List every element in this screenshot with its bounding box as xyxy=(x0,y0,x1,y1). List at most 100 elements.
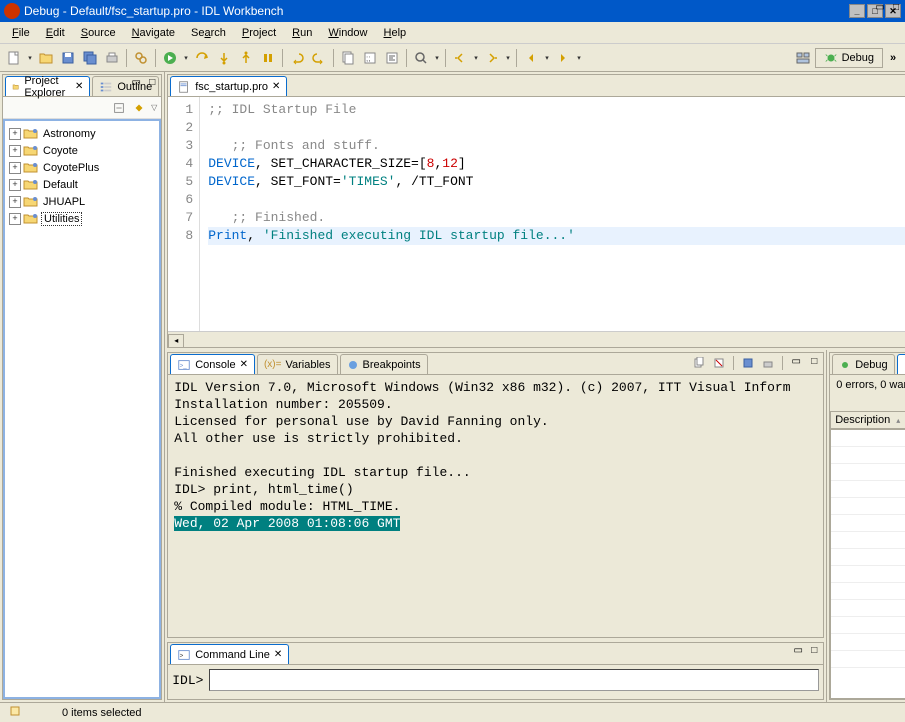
console-tabs: >_ Console ✕ (x)= Variables Breakpoints xyxy=(168,353,823,375)
search-dropdown[interactable]: ▾ xyxy=(433,54,441,62)
undo-button[interactable] xyxy=(287,48,307,68)
tab-debug[interactable]: Debug xyxy=(832,354,894,374)
tree-item[interactable]: +Default xyxy=(7,176,157,193)
print-button[interactable] xyxy=(102,48,122,68)
tab-variables[interactable]: (x)= Variables xyxy=(257,354,338,374)
editor-hscroll[interactable]: ◂ xyxy=(168,331,905,347)
menu-file[interactable]: File xyxy=(4,25,38,41)
build-button[interactable] xyxy=(131,48,151,68)
project-tree[interactable]: +Astronomy +Coyote +CoyotePlus +Default … xyxy=(3,119,161,699)
new-dropdown[interactable]: ▾ xyxy=(26,54,34,62)
console-output[interactable]: IDL Version 7.0, Microsoft Windows (Win3… xyxy=(168,375,823,637)
toolbar-overflow[interactable]: » xyxy=(885,52,901,64)
step-out-button[interactable] xyxy=(236,48,256,68)
menu-window[interactable]: Window xyxy=(320,25,375,41)
maximize-console-button[interactable]: □ xyxy=(807,356,821,370)
console-icon: >_ xyxy=(177,358,191,372)
nav-back-button[interactable] xyxy=(521,48,541,68)
menu-navigate[interactable]: Navigate xyxy=(124,25,183,41)
step-over-button[interactable] xyxy=(192,48,212,68)
save-all-button[interactable] xyxy=(80,48,100,68)
minimize-button[interactable]: _ xyxy=(849,4,865,18)
console-copy-button[interactable] xyxy=(691,355,707,371)
outline-icon xyxy=(99,80,113,94)
collapse-all-button[interactable] xyxy=(111,100,127,116)
menubar: File Edit Source Navigate Search Project… xyxy=(0,22,905,44)
link-editor-button[interactable] xyxy=(131,100,147,116)
run-button[interactable] xyxy=(160,48,180,68)
tree-item[interactable]: +CoyotePlus xyxy=(7,159,157,176)
close-icon[interactable]: ✕ xyxy=(75,81,83,92)
variables-icon: (x)= xyxy=(264,359,282,370)
expand-icon[interactable]: + xyxy=(9,179,21,191)
annotation-next-button[interactable] xyxy=(482,48,502,68)
new-button[interactable] xyxy=(4,48,24,68)
tab-problems[interactable]: ! Problems ✕ xyxy=(897,354,905,374)
status-selection: 0 items selected xyxy=(62,707,141,719)
nav-forward-button[interactable] xyxy=(553,48,573,68)
left-tabs: Project Explorer ✕ Outline ▭ □ xyxy=(3,75,161,97)
console-save-button[interactable] xyxy=(740,355,756,371)
pause-button[interactable] xyxy=(258,48,278,68)
tab-project-explorer[interactable]: Project Explorer ✕ xyxy=(5,76,90,96)
open-button[interactable] xyxy=(36,48,56,68)
menu-edit[interactable]: Edit xyxy=(38,25,73,41)
tab-breakpoints[interactable]: Breakpoints xyxy=(340,354,428,374)
tree-item[interactable]: +Astronomy xyxy=(7,125,157,142)
file-nav-button[interactable] xyxy=(338,48,358,68)
editor-tabs: fsc_startup.pro ✕ ▭ □ xyxy=(168,75,905,97)
format-button[interactable] xyxy=(382,48,402,68)
run-dropdown[interactable]: ▾ xyxy=(182,54,190,62)
minimize-editor-button[interactable]: ▭ xyxy=(873,2,887,16)
expand-icon[interactable]: + xyxy=(9,213,21,225)
expand-icon[interactable]: + xyxy=(9,128,21,140)
window-titlebar: Debug - Default/fsc_startup.pro - IDL Wo… xyxy=(0,0,905,22)
terminal-icon: > xyxy=(177,648,191,662)
line-numbers: 12345678 xyxy=(168,97,200,347)
expand-icon[interactable]: + xyxy=(9,145,21,157)
maximize-cmdline-button[interactable]: □ xyxy=(807,645,821,659)
cmdline-input[interactable] xyxy=(209,669,819,691)
statusbar: 0 items selected xyxy=(0,702,905,722)
expand-icon[interactable]: + xyxy=(9,162,21,174)
code-editor[interactable]: 12345678 ;; IDL Startup File ;; Fonts an… xyxy=(168,97,905,347)
menu-search[interactable]: Search xyxy=(183,25,234,41)
maximize-view-button[interactable]: □ xyxy=(145,77,159,91)
redo-button[interactable] xyxy=(309,48,329,68)
perspective-debug[interactable]: Debug xyxy=(815,48,883,68)
editor-tab[interactable]: fsc_startup.pro ✕ xyxy=(170,76,287,96)
minimize-cmdline-button[interactable]: ▭ xyxy=(791,645,805,659)
console-print-button[interactable] xyxy=(760,355,776,371)
problems-table[interactable] xyxy=(830,429,905,699)
tree-item[interactable]: +Utilities xyxy=(7,210,157,227)
tree-item[interactable]: +JHUAPL xyxy=(7,193,157,210)
tab-console[interactable]: >_ Console ✕ xyxy=(170,354,255,374)
folder-tree-icon xyxy=(12,80,20,94)
minimize-view-button[interactable]: ▭ xyxy=(129,77,143,91)
search-button[interactable] xyxy=(411,48,431,68)
project-icon xyxy=(23,162,39,174)
annotation-prev-button[interactable] xyxy=(450,48,470,68)
problems-table-header[interactable]: Description ▴ xyxy=(830,411,905,429)
comment-button[interactable]: ;; xyxy=(360,48,380,68)
bug-icon xyxy=(839,359,851,371)
step-into-button[interactable] xyxy=(214,48,234,68)
console-clear-button[interactable] xyxy=(711,355,727,371)
minimize-console-button[interactable]: ▭ xyxy=(789,356,803,370)
tab-command-line[interactable]: > Command Line ✕ xyxy=(170,644,289,664)
perspective-switcher-button[interactable] xyxy=(793,48,813,68)
tree-item[interactable]: +Coyote xyxy=(7,142,157,159)
cmdline-prompt: IDL> xyxy=(172,673,203,688)
project-icon xyxy=(23,213,39,225)
perspective-label: Debug xyxy=(842,52,874,64)
save-button[interactable] xyxy=(58,48,78,68)
menu-run[interactable]: Run xyxy=(284,25,320,41)
expand-icon[interactable]: + xyxy=(9,196,21,208)
menu-project[interactable]: Project xyxy=(234,25,284,41)
menu-source[interactable]: Source xyxy=(73,25,124,41)
menu-help[interactable]: Help xyxy=(376,25,415,41)
maximize-editor-button[interactable]: □ xyxy=(889,2,903,16)
close-icon[interactable]: ✕ xyxy=(272,81,280,92)
close-icon[interactable]: ✕ xyxy=(274,649,282,660)
close-icon[interactable]: ✕ xyxy=(240,359,248,370)
